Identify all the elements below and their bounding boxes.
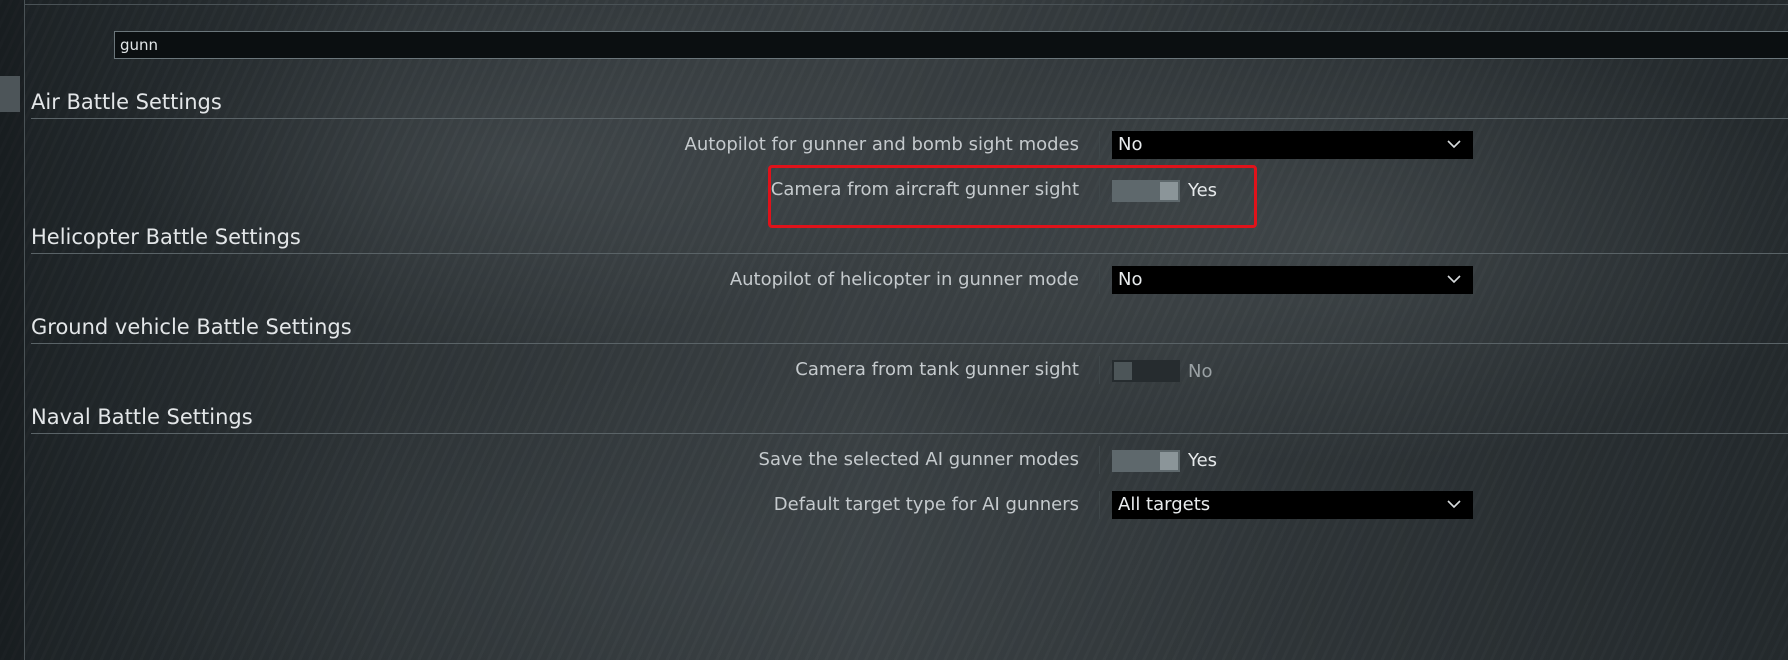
section-title-air: Air Battle Settings	[31, 90, 222, 114]
chevron-down-icon	[1447, 275, 1461, 284]
section-title-naval: Naval Battle Settings	[31, 405, 253, 429]
row-divider	[1099, 131, 1100, 159]
ground-camera-toggle[interactable]	[1112, 360, 1180, 382]
toggle-knob	[1160, 182, 1178, 200]
helicopter-autopilot-dropdown[interactable]: No	[1112, 266, 1473, 294]
chevron-down-icon	[1447, 500, 1461, 509]
section-title-ground: Ground vehicle Battle Settings	[31, 315, 352, 339]
section-divider-air	[31, 118, 1788, 119]
setting-label-helicopter-autopilot: Autopilot of helicopter in gunner mode	[729, 269, 1079, 290]
dropdown-value: No	[1118, 134, 1143, 155]
setting-label-air-autopilot: Autopilot for gunner and bomb sight mode…	[684, 134, 1079, 155]
naval-save-modes-toggle[interactable]	[1112, 450, 1180, 472]
setting-label-naval-save-modes: Save the selected AI gunner modes	[758, 449, 1079, 470]
section-title-helicopter: Helicopter Battle Settings	[31, 225, 301, 249]
toggle-knob	[1114, 362, 1132, 380]
ground-camera-toggle-value: No	[1188, 361, 1213, 382]
search-input[interactable]	[114, 31, 1788, 59]
naval-target-type-dropdown[interactable]: All targets	[1112, 491, 1473, 519]
chevron-down-icon	[1447, 140, 1461, 149]
row-divider	[1099, 446, 1100, 474]
row-divider	[1099, 356, 1100, 384]
setting-label-ground-camera: Camera from tank gunner sight	[795, 359, 1079, 380]
air-autopilot-dropdown[interactable]: No	[1112, 131, 1473, 159]
setting-label-air-camera: Camera from aircraft gunner sight	[770, 179, 1079, 200]
scrollbar-thumb[interactable]	[0, 76, 20, 112]
row-divider	[1099, 266, 1100, 294]
top-divider	[24, 4, 1788, 5]
section-divider-helicopter	[31, 253, 1788, 254]
section-divider-ground	[31, 343, 1788, 344]
toggle-knob	[1160, 452, 1178, 470]
naval-save-modes-toggle-value: Yes	[1188, 450, 1218, 471]
air-camera-toggle-value: Yes	[1188, 180, 1218, 201]
dropdown-value: All targets	[1118, 494, 1211, 515]
setting-label-naval-target-type: Default target type for AI gunners	[773, 494, 1079, 515]
row-divider	[1099, 491, 1100, 519]
left-scrollbar[interactable]	[0, 0, 25, 660]
dropdown-value: No	[1118, 269, 1143, 290]
row-divider	[1099, 176, 1100, 204]
section-divider-naval	[31, 433, 1788, 434]
air-camera-toggle[interactable]	[1112, 180, 1180, 202]
